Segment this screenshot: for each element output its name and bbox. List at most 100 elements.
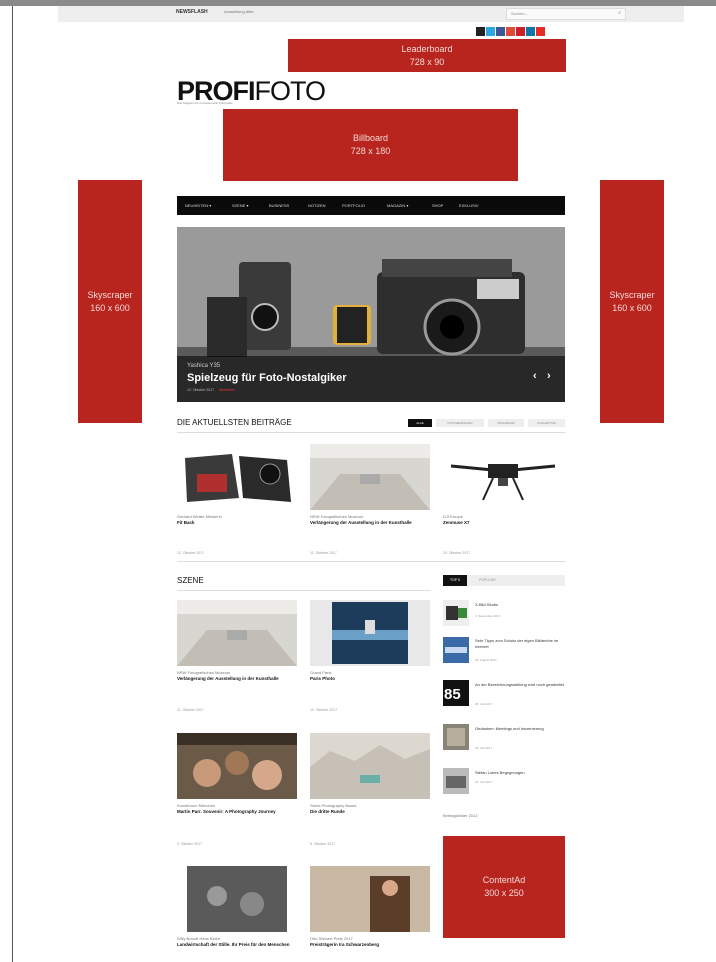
google-plus-icon[interactable] [506, 27, 515, 36]
filter-alle[interactable]: ALLE [408, 419, 432, 427]
newsflash-ticker[interactable]: Ausstellung Alter [224, 9, 254, 14]
sidebar-thumbnail [443, 637, 469, 663]
content-ad-title: ContentAd [482, 875, 526, 885]
nav-item-portfolio[interactable]: PORTFOLIO [342, 203, 365, 208]
sidebar-item-date: 26. Juli 2017 [475, 746, 493, 750]
post-thumbnail[interactable] [177, 733, 297, 799]
post-date: 10. Oktober 2017 [443, 551, 471, 555]
sidebar-item-date: 30. August 2017 [475, 658, 497, 662]
sidebar-item-date: 3. September 2017 [475, 614, 501, 618]
post-date: 8. Oktober 2017 [310, 842, 336, 846]
post-title[interactable]: Preisträgerin Ira Schwarzenberg [310, 942, 430, 948]
skyscraper-right-ad[interactable]: Skyscraper 160 x 600 [600, 180, 664, 423]
hero-category[interactable]: Neuheiten [219, 388, 235, 392]
nav-item-neuheiten[interactable]: NEUHEITEN ▾ [185, 203, 211, 208]
post-kicker: NRW Fotografisches Museum [177, 670, 231, 675]
sidebar-thumbnail [443, 768, 469, 794]
instagram-icon[interactable] [476, 27, 485, 36]
pinterest-icon[interactable] [516, 27, 525, 36]
sidebar-footer-title[interactable]: Beitragsbilder 2012 [443, 813, 477, 818]
skyscraper-right-size: 160 x 600 [612, 302, 652, 313]
youtube-icon[interactable] [536, 27, 545, 36]
sidebar-item-title[interactable]: Stefan Lobes Begegnungen [475, 770, 565, 776]
post-thumbnail[interactable] [310, 866, 430, 932]
post-title[interactable]: Landwirtschaft der Stille. Ihr Preis für… [177, 942, 307, 948]
filter-fotolehrgang[interactable]: FOTOLEHRGANG [436, 419, 484, 427]
content-ad[interactable]: ContentAd 300 x 250 [443, 836, 565, 938]
skyscraper-left-title: Skyscraper [87, 289, 133, 300]
sidebar-item-title[interactable]: X-Bild Studio [475, 602, 565, 608]
post-title[interactable]: Verlängerung der Ausstellung in der Kuns… [177, 676, 297, 682]
post-kicker: Grand Paris [310, 670, 332, 675]
post-thumbnail[interactable] [177, 444, 297, 510]
nav-item-exklusiv[interactable]: EXKLUSIV [459, 203, 479, 208]
skyscraper-right-title: Skyscraper [609, 289, 655, 300]
tab-top5[interactable]: TOP 5 [443, 575, 467, 586]
skyscraper-left-ad[interactable]: Skyscraper 160 x 600 [78, 180, 142, 423]
post-title[interactable]: Fit Back [177, 520, 297, 526]
post-title[interactable]: Die dritte Runde [310, 809, 430, 815]
billboard-ad[interactable]: Billboard 728 x 180 [223, 109, 518, 181]
nav-item-notizen[interactable]: NOTIZEN [308, 203, 326, 208]
leaderboard-ad-title: Leaderboard [401, 43, 453, 54]
leaderboard-ad-size: 728 x 90 [409, 56, 445, 67]
post-title[interactable]: Zenmuse X7 [443, 520, 563, 526]
post-title[interactable]: Martin Parr. Souvenir: A Photography Jou… [177, 809, 297, 815]
hero-date: 12. Oktober 2017 [187, 388, 215, 392]
post-thumbnail[interactable] [310, 444, 430, 510]
post-kicker: Willy Brandt Haus Berlin [177, 936, 221, 941]
nav-item-szene[interactable]: SZENE ▾ [232, 203, 248, 208]
hero-caption: Yashica Y35 Spielzeug für Foto-Nostalgik… [177, 356, 565, 402]
post-thumbnail[interactable] [177, 600, 297, 666]
linkedin-icon[interactable] [526, 27, 535, 36]
svg-text:85: 85 [444, 686, 461, 703]
latest-heading: DIE AKTUELLSTEN BEITRÄGE [177, 418, 292, 427]
filter-kollektive[interactable]: KOLLEKTIVE [528, 419, 565, 427]
sidebar-thumbnail [443, 724, 469, 750]
latest-bottom-divider [177, 561, 565, 562]
latest-divider [177, 432, 565, 433]
post-date: 12. Oktober 2017 [177, 551, 205, 555]
search-input[interactable]: Suchen... ⌕ [506, 8, 626, 20]
sidebar-item-title[interactable]: Gedanken: Meetings und Inszenierung [475, 726, 565, 732]
nav-item-magazin[interactable]: MAGAZIN ▾ [387, 203, 408, 208]
post-thumbnail[interactable] [310, 600, 430, 666]
newsflash-label: NEWSFLASH [176, 9, 208, 15]
post-thumbnail[interactable] [177, 866, 297, 932]
post-thumbnail[interactable] [443, 444, 563, 510]
tab-popular[interactable]: POPULÄR [479, 575, 496, 586]
filter-panorama[interactable]: PANORAMA [488, 419, 524, 427]
scene-heading: SZENE [177, 576, 204, 585]
nav-item-shop[interactable]: SHOP [432, 203, 443, 208]
slider-next-icon[interactable]: › [547, 370, 551, 382]
left-border [12, 6, 13, 962]
sidebar-item-date: 28. Juli 2017 [475, 702, 493, 706]
post-kicker: Gerhard Wetter Meisterin [177, 514, 222, 519]
post-title[interactable]: Verlängerung der Ausstellung in der Kuns… [310, 520, 430, 526]
skyscraper-left-size: 160 x 600 [90, 302, 130, 313]
logo-light: FOTO [254, 76, 327, 106]
slider-prev-icon[interactable]: ‹ [533, 370, 537, 382]
post-thumbnail[interactable] [310, 733, 430, 799]
sidebar-item-title[interactable]: Sehr Tipps zum Schutz der eigen Bildrech… [475, 638, 565, 650]
leaderboard-ad[interactable]: Leaderboard 728 x 90 [288, 39, 566, 72]
twitter-icon[interactable] [486, 27, 495, 36]
sidebar-tabs: TOP 5 POPULÄR [443, 575, 565, 586]
logo-tagline: Das Magazin für professionelle Fotografi… [177, 101, 233, 105]
post-date: 11. Oktober 2017 [177, 708, 204, 712]
top-bar: NEWSFLASH Ausstellung Alter Suchen... ⌕ [58, 6, 684, 22]
nav-item-business[interactable]: BUSINESS [269, 203, 289, 208]
post-kicker: Otto Steinert Preis 2017 [310, 936, 353, 941]
sidebar-thumbnail [443, 600, 469, 626]
billboard-ad-title: Billboard [352, 133, 389, 143]
social-icons [476, 27, 546, 36]
post-date: 10. Oktober 2017 [310, 708, 338, 712]
hero-title[interactable]: Spielzeug für Foto-Nostalgiker [187, 372, 347, 384]
facebook-icon[interactable] [496, 27, 505, 36]
post-title[interactable]: Paris Photo [310, 676, 430, 682]
search-icon[interactable]: ⌕ [618, 10, 621, 16]
post-kicker: Kunstforum München [177, 803, 216, 808]
sidebar-thumbnail: 85 [443, 680, 469, 706]
sidebar-item-title[interactable]: An der Bezeichnungsstellung wird noch ge… [475, 682, 565, 688]
hero-slider[interactable]: Yashica Y35 Spielzeug für Foto-Nostalgik… [177, 227, 565, 402]
